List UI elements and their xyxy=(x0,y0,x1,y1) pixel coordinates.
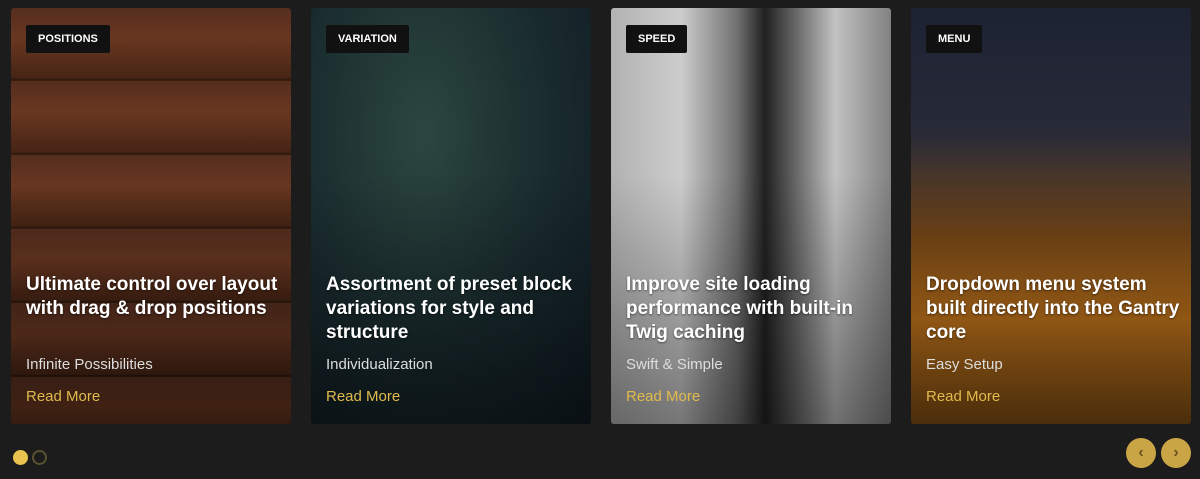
pagination-dot[interactable] xyxy=(32,450,47,465)
slide-card-positions[interactable]: POSITIONS Ultimate control over layout w… xyxy=(11,8,291,424)
category-badge: VARIATION xyxy=(326,25,409,53)
card-title: Dropdown menu system built directly into… xyxy=(926,274,1180,343)
card-subtitle: Infinite Possibilities xyxy=(26,356,153,373)
card-subtitle: Individualization xyxy=(326,356,433,373)
card-title: Ultimate control over layout with drag &… xyxy=(26,274,278,319)
next-arrow-button[interactable]: › xyxy=(1161,438,1191,468)
card-title: Improve site loading performance with bu… xyxy=(626,274,853,343)
card-subtitle: Swift & Simple xyxy=(626,356,723,373)
pagination-dot-active[interactable] xyxy=(13,450,28,465)
slide-card-variation[interactable]: VARIATION Assortment of preset block var… xyxy=(311,8,591,424)
category-badge: POSITIONS xyxy=(26,25,110,53)
category-badge: SPEED xyxy=(626,25,688,53)
category-badge: MENU xyxy=(926,25,983,53)
slide-card-speed[interactable]: SPEED Improve site loading performance w… xyxy=(611,8,891,424)
read-more-link[interactable]: Read More xyxy=(626,388,700,405)
prev-arrow-button[interactable]: ‹ xyxy=(1126,438,1156,468)
read-more-link[interactable]: Read More xyxy=(326,388,400,405)
card-subtitle: Easy Setup xyxy=(926,356,1003,373)
slide-card-menu[interactable]: MENU Dropdown menu system built directly… xyxy=(911,8,1191,424)
read-more-link[interactable]: Read More xyxy=(26,388,100,405)
card-title: Assortment of preset block variations fo… xyxy=(326,274,572,343)
read-more-link[interactable]: Read More xyxy=(926,388,1000,405)
